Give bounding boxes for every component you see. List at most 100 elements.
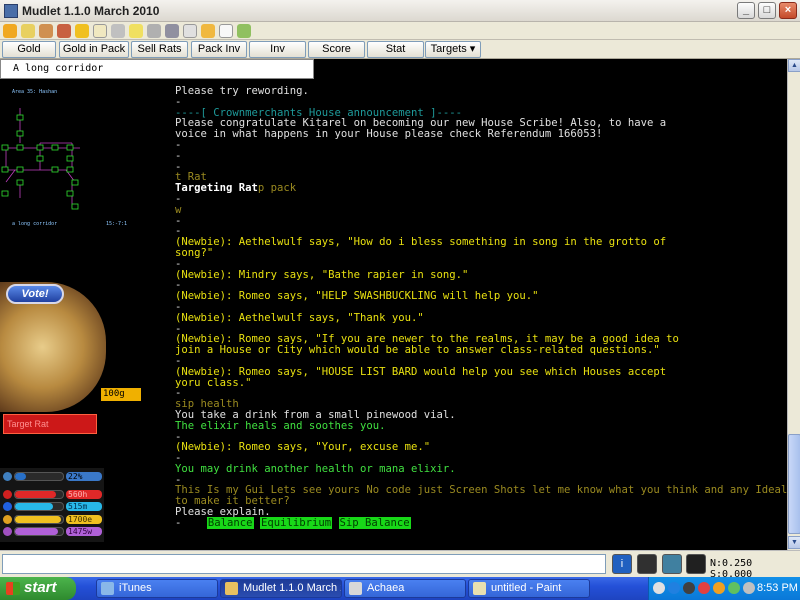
output-text: Please try rewording. xyxy=(175,86,309,97)
mana-bar xyxy=(14,502,64,511)
command-bar: i N:0.250 S:0.000 xyxy=(0,550,800,580)
timer-icon[interactable] xyxy=(57,24,71,38)
heart-icon xyxy=(3,490,12,499)
inv-button[interactable]: Inv xyxy=(249,41,306,58)
update-icon[interactable] xyxy=(713,582,725,594)
scroll-up-arrow-icon[interactable]: ▲ xyxy=(788,59,800,72)
endurance-bar xyxy=(14,515,64,524)
device-icon[interactable] xyxy=(743,582,755,594)
gold-display: 100g xyxy=(101,388,141,401)
user-button-bar: Gold Gold in Pack Sell Rats Pack Inv Inv… xyxy=(0,40,800,59)
endurance-icon xyxy=(3,515,12,524)
wrench-icon[interactable] xyxy=(147,24,161,38)
notepad-icon[interactable] xyxy=(201,24,215,38)
output-text: (Newbie): Aethelwulf says, "How do i ble… xyxy=(175,236,667,249)
pack-inv-button[interactable]: Pack Inv xyxy=(191,41,247,58)
output-scrollbar[interactable]: ▲ ▼ xyxy=(787,59,800,550)
target-display: Target Rat xyxy=(3,414,97,434)
task-label: untitled - Paint xyxy=(491,582,562,594)
output-line: Please try rewording. xyxy=(175,86,787,97)
willpower-bar xyxy=(14,527,64,536)
mud-output-console[interactable]: Please try rewording. - ----[ Crownmerchan… xyxy=(175,86,787,546)
start-button[interactable]: start xyxy=(0,577,76,600)
minimap[interactable] xyxy=(0,88,172,238)
percent-icon xyxy=(3,472,12,481)
start-label: start xyxy=(24,579,57,596)
connect-icon[interactable] xyxy=(39,24,53,38)
grid-icon[interactable] xyxy=(111,24,125,38)
output-line: w xyxy=(175,204,787,216)
output-text: (Newbie): Mindry says, "Bathe rapier in … xyxy=(175,268,469,281)
output-line: - xyxy=(175,161,787,173)
output-text: yoru class." xyxy=(175,376,252,389)
command-input[interactable] xyxy=(2,554,606,574)
task-achaea[interactable]: Achaea xyxy=(344,579,466,598)
targets-dropdown[interactable]: Targets ▾ xyxy=(425,41,481,58)
sell-rats-button[interactable]: Sell Rats xyxy=(131,41,188,58)
title-bar[interactable]: Mudlet 1.1.0 March 2010 _ □ × xyxy=(0,0,800,22)
security-icon[interactable] xyxy=(698,582,710,594)
vote-button[interactable]: Vote! xyxy=(6,284,64,304)
output-text: join a House or City which would be able… xyxy=(175,344,660,357)
output-line: (Newbie): Mindry says, "Bathe rapier in … xyxy=(175,268,787,281)
task-itunes[interactable]: iTunes xyxy=(96,579,218,598)
map-coords-label: 15:-7:1 xyxy=(106,221,128,227)
window-icon[interactable] xyxy=(219,24,233,38)
maximize-button[interactable]: □ xyxy=(758,2,776,19)
prompt-line: - Balance Equilibrium Sip Balance xyxy=(175,516,787,529)
gold-button[interactable]: Gold xyxy=(2,41,56,58)
willpower-value: 1475w xyxy=(66,527,102,536)
toolbar xyxy=(0,22,800,40)
scroll-down-arrow-icon[interactable]: ▼ xyxy=(788,536,800,549)
edit-icon[interactable] xyxy=(93,24,107,38)
quick-launch[interactable] xyxy=(80,580,92,597)
power-icon[interactable] xyxy=(3,24,17,38)
folder-icon xyxy=(349,582,362,595)
windows-taskbar: start iTunes Mudlet 1.1.0 March 2... Ach… xyxy=(0,577,800,600)
mudlet-app-icon xyxy=(4,4,18,18)
stat-button[interactable]: Stat xyxy=(367,41,424,58)
output-text: (Newbie): Romeo says, "Your, excuse me." xyxy=(175,441,431,454)
output-line: - xyxy=(175,388,787,399)
room-name: A long corridor xyxy=(13,63,104,74)
output-text: (Newbie): Romeo says, "HELP SWASHBUCKLIN… xyxy=(175,290,539,303)
gold-in-pack-button[interactable]: Gold in Pack xyxy=(59,41,129,58)
volume-icon[interactable] xyxy=(728,582,740,594)
magic-icon[interactable] xyxy=(21,24,35,38)
task-mudlet[interactable]: Mudlet 1.1.0 March 2... xyxy=(220,579,342,598)
help-icon[interactable] xyxy=(183,24,197,38)
speaker-icon[interactable] xyxy=(683,582,695,594)
plugin-icon[interactable] xyxy=(165,24,179,38)
windows-logo-icon xyxy=(6,582,20,595)
star-icon[interactable] xyxy=(75,24,89,38)
endurance-value: 1700e xyxy=(66,515,102,524)
output-line: voice in what happens in your House plea… xyxy=(175,129,787,140)
minimize-button[interactable]: _ xyxy=(737,2,755,19)
lightbulb-icon[interactable] xyxy=(129,24,143,38)
status-badge: Sip Balance xyxy=(338,516,411,529)
scrollbar-thumb[interactable] xyxy=(788,434,800,534)
chat-icon[interactable] xyxy=(662,554,682,574)
output-line: You may drink another health or mana eli… xyxy=(175,463,787,475)
headphones-icon[interactable] xyxy=(237,24,251,38)
output-line: (Newbie): Romeo says, "Your, excuse me." xyxy=(175,442,787,453)
task-paint[interactable]: untitled - Paint xyxy=(468,579,590,598)
output-line: - xyxy=(175,194,787,205)
mudlet-icon[interactable] xyxy=(686,554,706,574)
tray-arrow-icon[interactable] xyxy=(653,582,665,594)
output-line: (Newbie): Aethelwulf says, "Thank you." xyxy=(175,312,787,324)
output-line: The elixir heals and soothes you. xyxy=(175,420,787,432)
close-button[interactable]: × xyxy=(779,2,797,19)
room-name-box: A long corridor xyxy=(0,59,314,79)
output-line: join a House or City which would be able… xyxy=(175,345,787,356)
status-badge: Balance xyxy=(206,516,254,529)
vitals-panel: 22% 560h 515m 1700e 1475w xyxy=(0,468,104,542)
keyboard-icon[interactable] xyxy=(637,554,657,574)
percent-bar xyxy=(14,472,64,481)
score-button[interactable]: Score xyxy=(308,41,365,58)
mana-value: 515m xyxy=(66,502,102,511)
network-icon[interactable] xyxy=(668,582,680,594)
window-title: Mudlet 1.1.0 March 2010 xyxy=(22,4,160,18)
output-line: - xyxy=(175,140,787,151)
info-icon[interactable]: i xyxy=(612,554,632,574)
